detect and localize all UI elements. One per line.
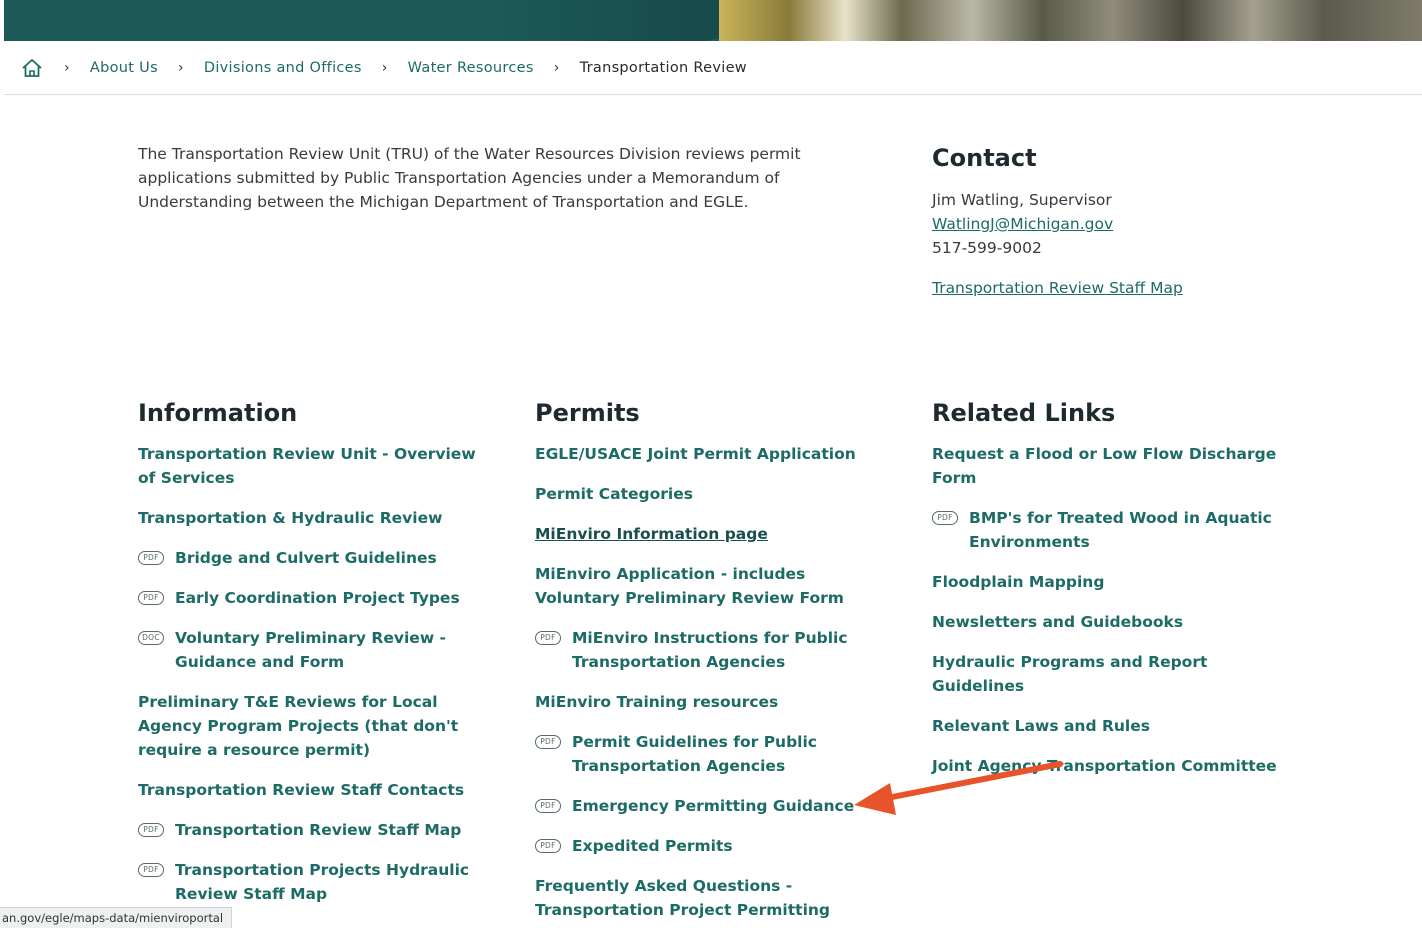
list-item: PDF Transportation Review Staff Map	[138, 818, 498, 842]
link[interactable]: Frequently Asked Questions - Transportat…	[535, 874, 895, 922]
link[interactable]: Relevant Laws and Rules	[932, 714, 1150, 738]
list-item: Frequently Asked Questions - Transportat…	[535, 874, 895, 922]
doc-file-icon: DOC	[138, 631, 164, 645]
link[interactable]: Preliminary T&E Reviews for Local Agency…	[138, 690, 498, 762]
home-icon[interactable]	[20, 56, 44, 80]
list-item: Relevant Laws and Rules	[932, 714, 1302, 738]
list-item: Request a Flood or Low Flow Discharge Fo…	[932, 442, 1302, 490]
red-arrow-annotation	[854, 761, 1063, 815]
link[interactable]: MiEnviro Instructions for Public Transpo…	[572, 626, 895, 674]
list-item: PDF Expedited Permits	[535, 834, 895, 858]
breadcrumb-current: Transportation Review	[579, 59, 747, 76]
link[interactable]: Request a Flood or Low Flow Discharge Fo…	[932, 442, 1302, 490]
pdf-file-icon: PDF	[932, 511, 958, 525]
list-item: MiEnviro Training resources	[535, 690, 895, 714]
list-item: Floodplain Mapping	[932, 570, 1302, 594]
status-bar-url: an.gov/egle/maps-data/mienviroportal	[0, 907, 233, 928]
link[interactable]: Voluntary Preliminary Review - Guidance …	[175, 626, 498, 674]
link[interactable]: Emergency Permitting Guidance	[572, 794, 854, 818]
chevron-right-icon: ›	[177, 59, 184, 76]
information-section: Information Transportation Review Unit -…	[138, 396, 498, 922]
list-item: Permit Categories	[535, 482, 895, 506]
link[interactable]: Transportation & Hydraulic Review	[138, 506, 442, 530]
list-item: PDF BMP's for Treated Wood in Aquatic Env…	[932, 506, 1302, 554]
list-item: PDF Bridge and Culvert Guidelines	[138, 546, 498, 570]
related-links-section: Related Links Request a Flood or Low Flo…	[932, 396, 1302, 794]
pdf-file-icon: PDF	[138, 863, 164, 877]
pdf-file-icon: PDF	[535, 631, 561, 645]
breadcrumb-water-resources[interactable]: Water Resources	[408, 60, 534, 76]
link[interactable]: Early Coordination Project Types	[175, 586, 460, 610]
contact-staff-map-link[interactable]: Transportation Review Staff Map	[932, 276, 1352, 300]
list-item: PDF Permit Guidelines for Public Transpor…	[535, 730, 895, 778]
link[interactable]: Hydraulic Programs and Report Guidelines	[932, 650, 1302, 698]
list-item: Transportation & Hydraulic Review	[138, 506, 498, 530]
list-item: EGLE/USACE Joint Permit Application	[535, 442, 895, 466]
chevron-right-icon: ›	[64, 59, 70, 76]
pdf-file-icon: PDF	[535, 735, 561, 749]
link[interactable]: MiEnviro Application - includes Voluntar…	[535, 562, 895, 610]
pdf-file-icon: PDF	[138, 823, 164, 837]
permits-list: EGLE/USACE Joint Permit Application Permi…	[535, 442, 895, 922]
permits-title: Permits	[535, 399, 640, 427]
list-item: PDF Transportation Projects Hydraulic Rev…	[138, 858, 498, 906]
banner-photo	[719, 0, 1422, 41]
list-item: MiEnviro Application - includes Voluntar…	[535, 562, 895, 610]
link[interactable]: Bridge and Culvert Guidelines	[175, 546, 437, 570]
intro-text: The Transportation Review Unit (TRU) of …	[138, 145, 801, 211]
contact-name: Jim Watling, Supervisor	[932, 191, 1112, 209]
link[interactable]: Transportation Review Staff Map	[175, 818, 461, 842]
link[interactable]: MiEnviro Training resources	[535, 690, 778, 714]
related-links-list: Request a Flood or Low Flow Discharge Fo…	[932, 442, 1302, 778]
link[interactable]: Permit Categories	[535, 482, 693, 506]
list-item: Transportation Review Unit - Overview of…	[138, 442, 498, 490]
breadcrumb: › About Us › Divisions and Offices › Wat…	[4, 41, 1422, 95]
contact-title: Contact	[932, 144, 1037, 172]
chevron-right-icon: ›	[553, 59, 560, 76]
contact-phone: 517-599-9002	[932, 239, 1042, 257]
permits-section: Permits EGLE/USACE Joint Permit Applicat…	[535, 396, 895, 938]
link[interactable]: BMP's for Treated Wood in Aquatic Enviro…	[969, 506, 1302, 554]
list-item: Newsletters and Guidebooks	[932, 610, 1302, 634]
pdf-file-icon: PDF	[138, 551, 164, 565]
list-item: MiEnviro Information page	[535, 522, 895, 546]
pdf-file-icon: PDF	[535, 839, 561, 853]
list-item: DOC Voluntary Preliminary Review - Guidan…	[138, 626, 498, 674]
chevron-right-icon: ›	[381, 59, 388, 76]
breadcrumb-about-us[interactable]: About Us	[90, 60, 158, 76]
list-item: Hydraulic Programs and Report Guidelines	[932, 650, 1302, 698]
link[interactable]: MiEnviro Information page	[535, 522, 768, 546]
link[interactable]: Transportation Review Staff Contacts	[138, 778, 464, 802]
information-title: Information	[138, 399, 298, 427]
link[interactable]: Permit Guidelines for Public Transportat…	[572, 730, 895, 778]
link[interactable]: Floodplain Mapping	[932, 570, 1104, 594]
link[interactable]: Transportation Review Unit - Overview of…	[138, 442, 498, 490]
link[interactable]: EGLE/USACE Joint Permit Application	[535, 442, 856, 466]
pdf-file-icon: PDF	[138, 591, 164, 605]
pdf-file-icon: PDF	[535, 799, 561, 813]
related-links-title: Related Links	[932, 399, 1116, 427]
link[interactable]: Transportation Projects Hydraulic Review…	[175, 858, 498, 906]
breadcrumb-divisions-and-offices[interactable]: Divisions and Offices	[204, 60, 362, 76]
list-item: Preliminary T&E Reviews for Local Agency…	[138, 690, 498, 762]
list-item: PDF MiEnviro Instructions for Public Tran…	[535, 626, 895, 674]
link[interactable]: Newsletters and Guidebooks	[932, 610, 1183, 634]
information-list: Transportation Review Unit - Overview of…	[138, 442, 498, 906]
contact-email-link[interactable]: WatlingJ@Michigan.gov	[932, 215, 1113, 233]
header-banner	[4, 0, 1422, 41]
link[interactable]: Expedited Permits	[572, 834, 733, 858]
contact-section: Contact Jim Watling, Supervisor WatlingJ…	[932, 142, 1352, 300]
list-item: Transportation Review Staff Contacts	[138, 778, 498, 802]
list-item: PDF Emergency Permitting Guidance	[535, 794, 895, 818]
list-item: PDF Early Coordination Project Types	[138, 586, 498, 610]
